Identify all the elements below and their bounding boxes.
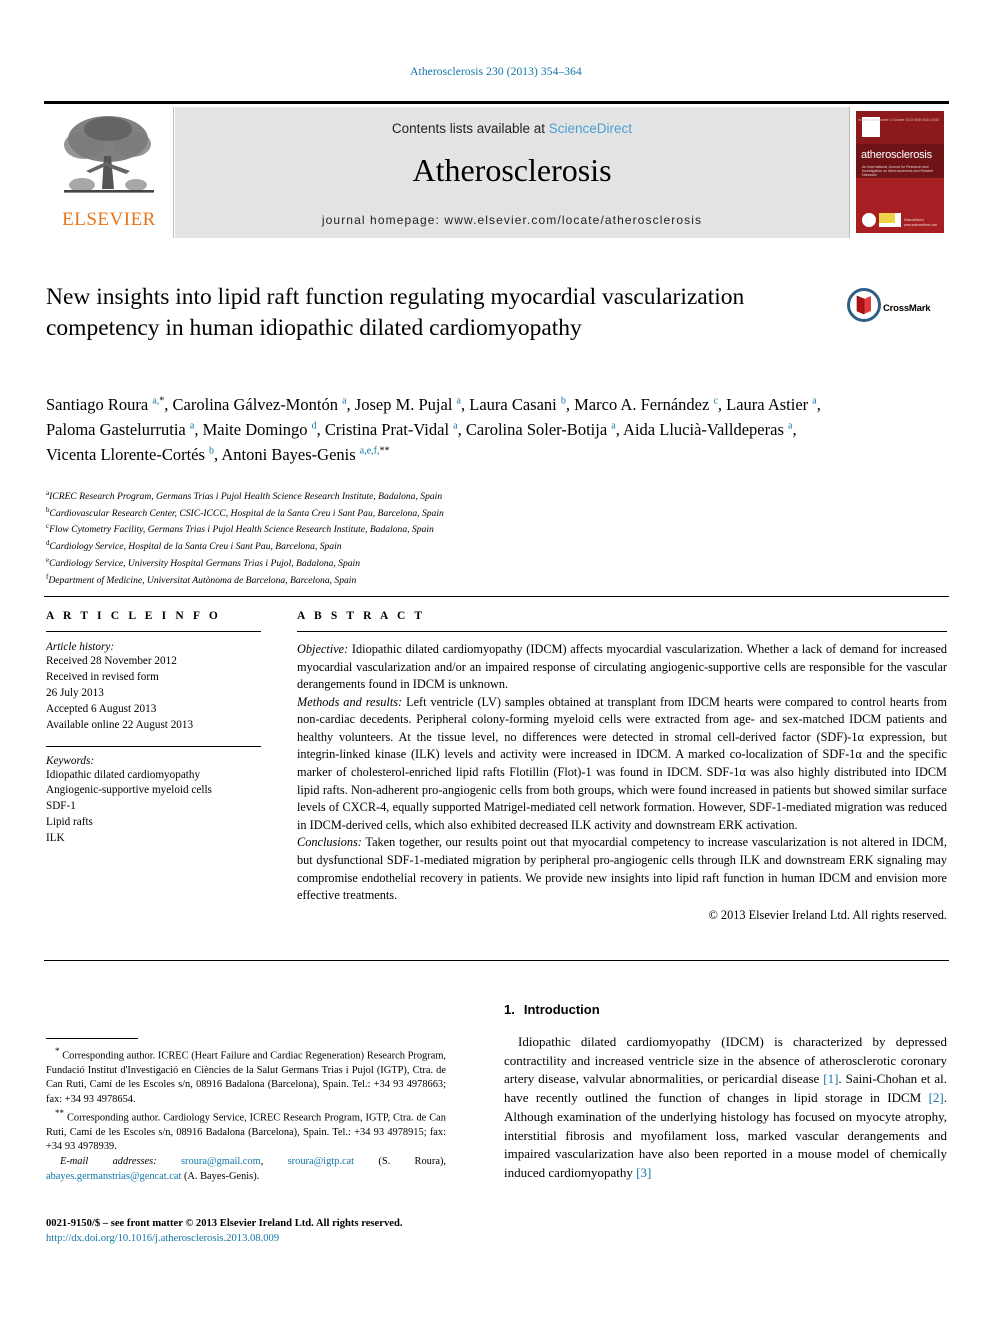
article-history-item: 26 July 2013 [46, 686, 104, 699]
introduction-section: 1. Introduction Idiopathic dilated cardio… [504, 1002, 947, 1183]
email-label: E-mail addresses: [60, 1156, 157, 1168]
info-section-bottom-rule [44, 960, 949, 961]
abstract-copyright: © 2013 Elsevier Ireland Ltd. All rights … [708, 907, 947, 922]
introduction-number: 1. [504, 1002, 515, 1017]
affiliation-item: fDepartment of Medicine, Universitat Aut… [46, 572, 846, 589]
abstract-heading: A B S T R A C T [297, 610, 426, 622]
info-section-top-rule [44, 596, 949, 597]
affiliation-item: bCardiovascular Research Center, CSIC-IC… [46, 505, 846, 522]
corresponding-author-footnote-1: * Corresponding author. ICREC (Heart Fai… [46, 1046, 446, 1105]
keywords-rule [46, 745, 261, 747]
title-block: New insights into lipid raft function re… [46, 282, 806, 344]
affiliation-item: eCardiology Service, University Hospital… [46, 555, 846, 572]
article-info-heading: A R T I C L E I N F O [46, 610, 221, 622]
article-info-rule [46, 631, 261, 632]
abstract-conclusions: Conclusions: Taken together, our results… [297, 834, 947, 904]
abstract-methods-label: Methods and results: [297, 694, 403, 709]
contents-available-line: Contents lists available at ScienceDirec… [175, 121, 849, 136]
abstract-conclusions-label: Conclusions: [297, 835, 362, 850]
keyword-item: Lipid rafts [46, 816, 93, 829]
abstract-body: Objective: Idiopathic dilated cardiomyop… [297, 641, 947, 924]
abstract-methods: Methods and results: Left ventricle (LV)… [297, 694, 947, 835]
crossmark-label: CrossMark [883, 303, 931, 314]
cover-footer-marks: ScienceDirect www.sciencedirect.com [862, 213, 937, 227]
journal-homepage-link[interactable]: journal homepage: www.elsevier.com/locat… [175, 213, 849, 227]
footer-block: 0021-9150/$ – see front matter © 2013 El… [46, 1216, 466, 1247]
introduction-paragraph: Idiopathic dilated cardiomyopathy (IDCM)… [504, 1034, 947, 1181]
email-addresses: E-mail addresses: sroura@gmail.com, srou… [46, 1155, 446, 1184]
article-history-item: Received 28 November 2012 [46, 655, 177, 667]
article-history-item: Received in revised form [46, 670, 159, 683]
footnotes-block: * Corresponding author. ICREC (Heart Fai… [46, 1038, 446, 1195]
affiliation-text: Cardiovascular Research Center, CSIC-ICC… [49, 507, 444, 519]
elsevier-tree-icon [64, 116, 154, 193]
issn-copyright-line: 0021-9150/$ – see front matter © 2013 El… [46, 1218, 403, 1229]
abstract-column: A B S T R A C T Objective: Idiopathic di… [297, 610, 947, 924]
abstract-methods-text: Left ventricle (LV) samples obtained at … [297, 694, 947, 832]
affiliation-item: aICREC Research Program, Germans Trias i… [46, 488, 846, 505]
page-title: New insights into lipid raft function re… [46, 284, 745, 342]
article-history-item: Available online 22 August 2013 [46, 718, 194, 731]
journal-name: Atherosclerosis [412, 152, 612, 188]
running-head: Atherosclerosis 230 (2013) 354–364 [410, 66, 582, 78]
crossmark-badge[interactable]: CrossMark [847, 288, 947, 336]
elsevier-logo: ELSEVIER [44, 107, 174, 238]
keywords-title: Keywords: [46, 754, 95, 767]
contents-prefix: Contents lists available at [391, 121, 546, 136]
affiliation-text: ICREC Research Program, Germans Trias i … [49, 491, 443, 503]
abstract-objective: Objective: Idiopathic dilated cardiomyop… [297, 641, 947, 694]
journal-cover-thumbnail[interactable]: Volume 230 Number 2 October 2013 ISSN 00… [849, 107, 949, 238]
masthead-center: Contents lists available at ScienceDirec… [174, 107, 849, 238]
affiliation-text: Department of Medicine, Universitat Autò… [48, 574, 357, 586]
article-info-column: A R T I C L E I N F O Article history: R… [46, 610, 261, 847]
introduction-heading: 1. Introduction [504, 1002, 947, 1017]
crossmark-icon [847, 288, 881, 322]
keyword-item: Idiopathic dilated cardiomyopathy [46, 768, 201, 781]
journal-article-page: Atherosclerosis 230 (2013) 354–364 ELSEV… [0, 0, 992, 1323]
article-history-title: Article history: [46, 641, 115, 653]
affiliation-item: dCardiology Service, Hospital de la Sant… [46, 538, 846, 555]
abstract-conclusions-text: Taken together, our results point out th… [297, 835, 947, 903]
author-list: Santiago Roura a,*, Carolina Gálvez-Mont… [46, 395, 821, 465]
keyword-item: ILK [46, 832, 65, 845]
keyword-item: SDF-1 [46, 800, 76, 813]
journal-masthead: ELSEVIER Contents lists available at Sci… [44, 101, 949, 238]
footnote-rule [46, 1038, 138, 1039]
abstract-rule [297, 631, 947, 632]
elsevier-wordmark: ELSEVIER [62, 209, 156, 230]
corresponding-author-footnote-2: ** Corresponding author. Cardiology Serv… [46, 1107, 446, 1153]
sciencedirect-link[interactable]: ScienceDirect [549, 121, 632, 136]
cover-title: atherosclerosis [861, 149, 932, 161]
doi-link[interactable]: http://dx.doi.org/10.1016/j.atherosclero… [46, 1231, 466, 1246]
affiliation-text: Cardiology Service, Hospital de la Santa… [49, 541, 342, 553]
affiliation-item: cFlow Cytometry Facility, Germans Trias … [46, 521, 846, 538]
cover-subtitle: An International Journal for Research an… [862, 165, 933, 177]
keyword-item: Angiogenic-supportive myeloid cells [46, 784, 212, 797]
affiliation-list: aICREC Research Program, Germans Trias i… [46, 488, 846, 588]
affiliation-text: Flow Cytometry Facility, Germans Trias i… [49, 524, 434, 536]
abstract-objective-label: Objective: [297, 642, 349, 656]
article-history-item: Accepted 6 August 2013 [46, 702, 157, 715]
cover-issue-line: Volume 230 Number 2 October 2013 ISSN 00… [857, 118, 939, 122]
abstract-objective-text: Idiopathic dilated cardiomyopathy (IDCM)… [297, 642, 947, 692]
introduction-title: Introduction [523, 1002, 600, 1017]
affiliation-text: Cardiology Service, University Hospital … [49, 558, 361, 570]
